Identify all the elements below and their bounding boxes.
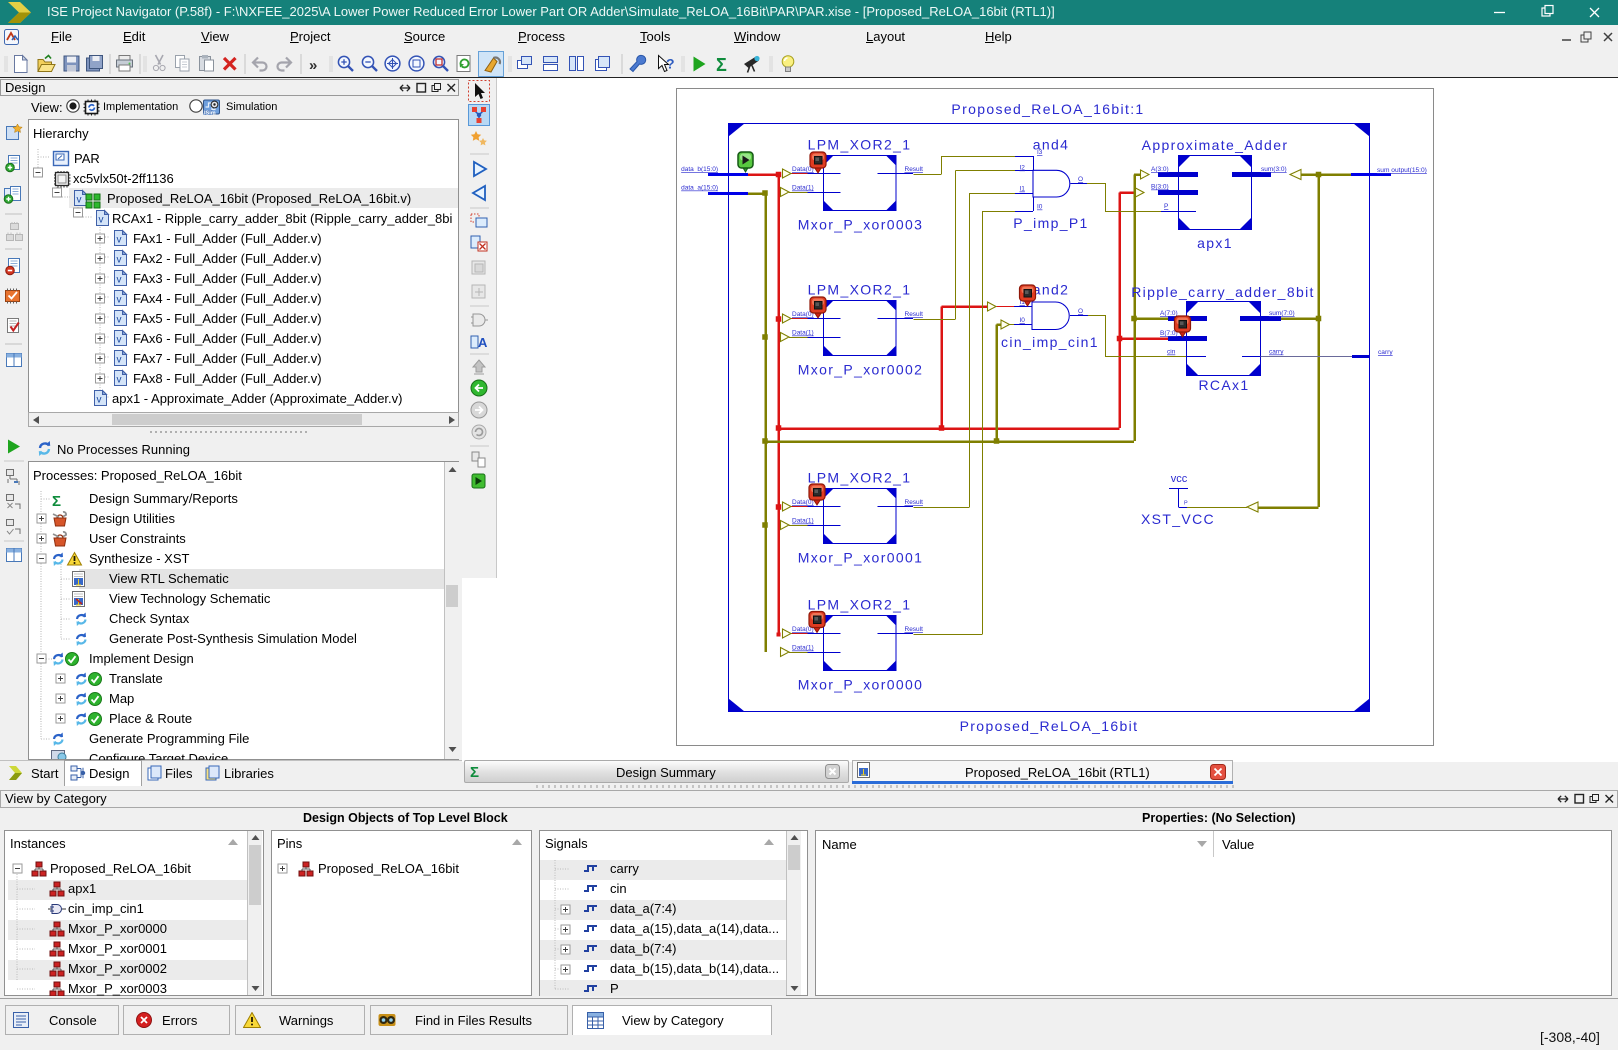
svg-text:and2: and2 bbox=[1033, 282, 1070, 298]
svg-text:cin_imp_cin1: cin_imp_cin1 bbox=[1001, 334, 1099, 350]
svg-text:I0: I0 bbox=[1020, 317, 1026, 324]
svg-text:Data(1): Data(1) bbox=[792, 518, 814, 525]
svg-text:Result: Result bbox=[905, 626, 924, 633]
svg-text:Data(1): Data(1) bbox=[792, 185, 814, 192]
svg-text:P_imp_P1: P_imp_P1 bbox=[1013, 215, 1088, 231]
svg-text:Approximate_Adder: Approximate_Adder bbox=[1142, 137, 1289, 153]
svg-text:v: v bbox=[117, 235, 122, 246]
svg-text:v: v bbox=[117, 255, 122, 266]
svg-text:sum(3:0): sum(3:0) bbox=[1261, 166, 1287, 173]
svg-text:I2: I2 bbox=[1020, 165, 1026, 172]
svg-text:Data(1): Data(1) bbox=[792, 330, 814, 337]
svg-text:Mxor_P_xor0003: Mxor_P_xor0003 bbox=[798, 217, 924, 233]
svg-text:data_b(15:0): data_b(15:0) bbox=[681, 166, 718, 173]
svg-text:A(7:0): A(7:0) bbox=[1160, 310, 1178, 317]
svg-text:P: P bbox=[1184, 501, 1188, 507]
svg-text:I1: I1 bbox=[1020, 186, 1026, 193]
svg-text:B(3:0): B(3:0) bbox=[1151, 184, 1169, 191]
svg-text:Mxor_P_xor0000: Mxor_P_xor0000 bbox=[798, 677, 924, 693]
svg-text:RCAx1: RCAx1 bbox=[1198, 377, 1249, 393]
svg-text:v: v bbox=[117, 355, 122, 366]
svg-text:v: v bbox=[117, 315, 122, 326]
svg-text:Result: Result bbox=[905, 499, 924, 506]
svg-text:Σ: Σ bbox=[716, 55, 727, 75]
svg-text:vcc: vcc bbox=[1171, 473, 1188, 485]
svg-text:data_a(15:0): data_a(15:0) bbox=[681, 185, 718, 192]
svg-text:carry: carry bbox=[1269, 349, 1284, 356]
svg-text:v: v bbox=[117, 275, 122, 286]
svg-text:A: A bbox=[478, 335, 488, 350]
svg-text:ISim: ISim bbox=[204, 111, 216, 117]
svg-text:A(3:0): A(3:0) bbox=[1151, 166, 1169, 173]
svg-text:Result: Result bbox=[905, 166, 924, 173]
svg-text:Proposed_ReLOA_16bit:1: Proposed_ReLOA_16bit:1 bbox=[951, 101, 1144, 117]
svg-text:»: » bbox=[309, 57, 317, 74]
svg-text:Data(1): Data(1) bbox=[792, 645, 814, 652]
svg-text:LPM_XOR2_1: LPM_XOR2_1 bbox=[808, 597, 912, 613]
svg-text:sum(7:0): sum(7:0) bbox=[1269, 310, 1295, 317]
svg-text:P: P bbox=[1164, 203, 1168, 210]
svg-text:apx1: apx1 bbox=[1197, 235, 1233, 251]
svg-text:v: v bbox=[117, 295, 122, 306]
svg-text:O: O bbox=[1078, 308, 1083, 315]
svg-text:LPM_XOR2_1: LPM_XOR2_1 bbox=[808, 282, 912, 298]
svg-text:carry: carry bbox=[1378, 349, 1393, 356]
svg-text:LPM_XOR2_1: LPM_XOR2_1 bbox=[808, 470, 912, 486]
svg-text:Σ: Σ bbox=[52, 493, 61, 510]
svg-text:sum output(15:0): sum output(15:0) bbox=[1377, 167, 1427, 174]
svg-text:?: ? bbox=[666, 56, 675, 72]
svg-text:Mxor_P_xor0002: Mxor_P_xor0002 bbox=[798, 362, 924, 378]
svg-text:O: O bbox=[1078, 176, 1083, 183]
svg-text:Proposed_ReLOA_16bit: Proposed_ReLOA_16bit bbox=[960, 718, 1139, 734]
svg-text:Mxor_P_xor0001: Mxor_P_xor0001 bbox=[798, 550, 924, 566]
svg-text:Ripple_carry_adder_8bit: Ripple_carry_adder_8bit bbox=[1131, 284, 1315, 300]
svg-text:v: v bbox=[97, 395, 102, 406]
svg-text:v: v bbox=[117, 335, 122, 346]
svg-text:cin: cin bbox=[1167, 349, 1176, 356]
svg-text:LPM_XOR2_1: LPM_XOR2_1 bbox=[808, 137, 912, 153]
svg-text:v: v bbox=[117, 375, 122, 386]
svg-text:v: v bbox=[77, 195, 82, 206]
svg-text:I0: I0 bbox=[1037, 204, 1043, 211]
svg-text:Σ: Σ bbox=[470, 764, 479, 780]
svg-text:and4: and4 bbox=[1033, 137, 1070, 153]
svg-text:v: v bbox=[99, 215, 104, 226]
svg-text:Result: Result bbox=[905, 311, 924, 318]
svg-text:XST_VCC: XST_VCC bbox=[1141, 511, 1215, 527]
